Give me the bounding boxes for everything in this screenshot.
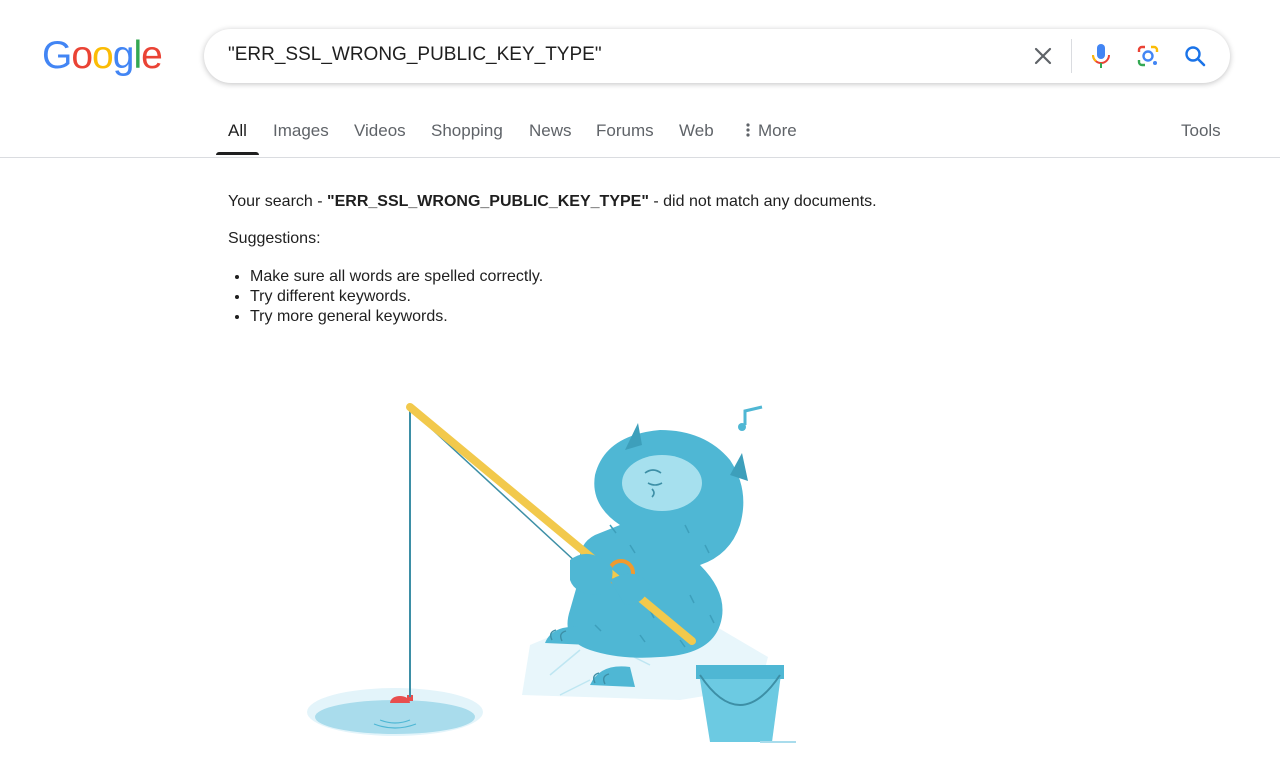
tab-more[interactable]: More (744, 121, 797, 141)
tab-shopping[interactable]: Shopping (431, 121, 503, 141)
tab-news[interactable]: News (529, 121, 572, 141)
suggestion-item: Try more general keywords. (250, 307, 543, 327)
tab-more-label: More (758, 121, 797, 140)
vertical-dots-icon (746, 123, 750, 137)
tab-all[interactable]: All (228, 121, 247, 141)
tab-forums[interactable]: Forums (596, 121, 654, 141)
active-tab-indicator (216, 152, 259, 155)
suggestions-heading: Suggestions: (228, 230, 321, 247)
suggestion-item: Make sure all words are spelled correctl… (250, 267, 543, 287)
header-divider (0, 157, 1280, 158)
suggestions-list: Make sure all words are spelled correctl… (228, 267, 543, 327)
no-results-message: Your search - "ERR_SSL_WRONG_PUBLIC_KEY_… (228, 193, 877, 211)
no-results-suffix: - did not match any documents. (648, 193, 877, 210)
fishing-yeti-illustration (307, 403, 796, 743)
tools-button[interactable]: Tools (1181, 121, 1221, 141)
tab-web[interactable]: Web (679, 121, 714, 141)
no-results-term: "ERR_SSL_WRONG_PUBLIC_KEY_TYPE" (327, 193, 649, 210)
search-tabs: All Images Videos Shopping News Forums W… (0, 0, 1280, 158)
suggestion-item: Try different keywords. (250, 287, 543, 307)
no-results-prefix: Your search - (228, 193, 328, 210)
tab-videos[interactable]: Videos (354, 121, 406, 141)
tab-images[interactable]: Images (273, 121, 329, 141)
